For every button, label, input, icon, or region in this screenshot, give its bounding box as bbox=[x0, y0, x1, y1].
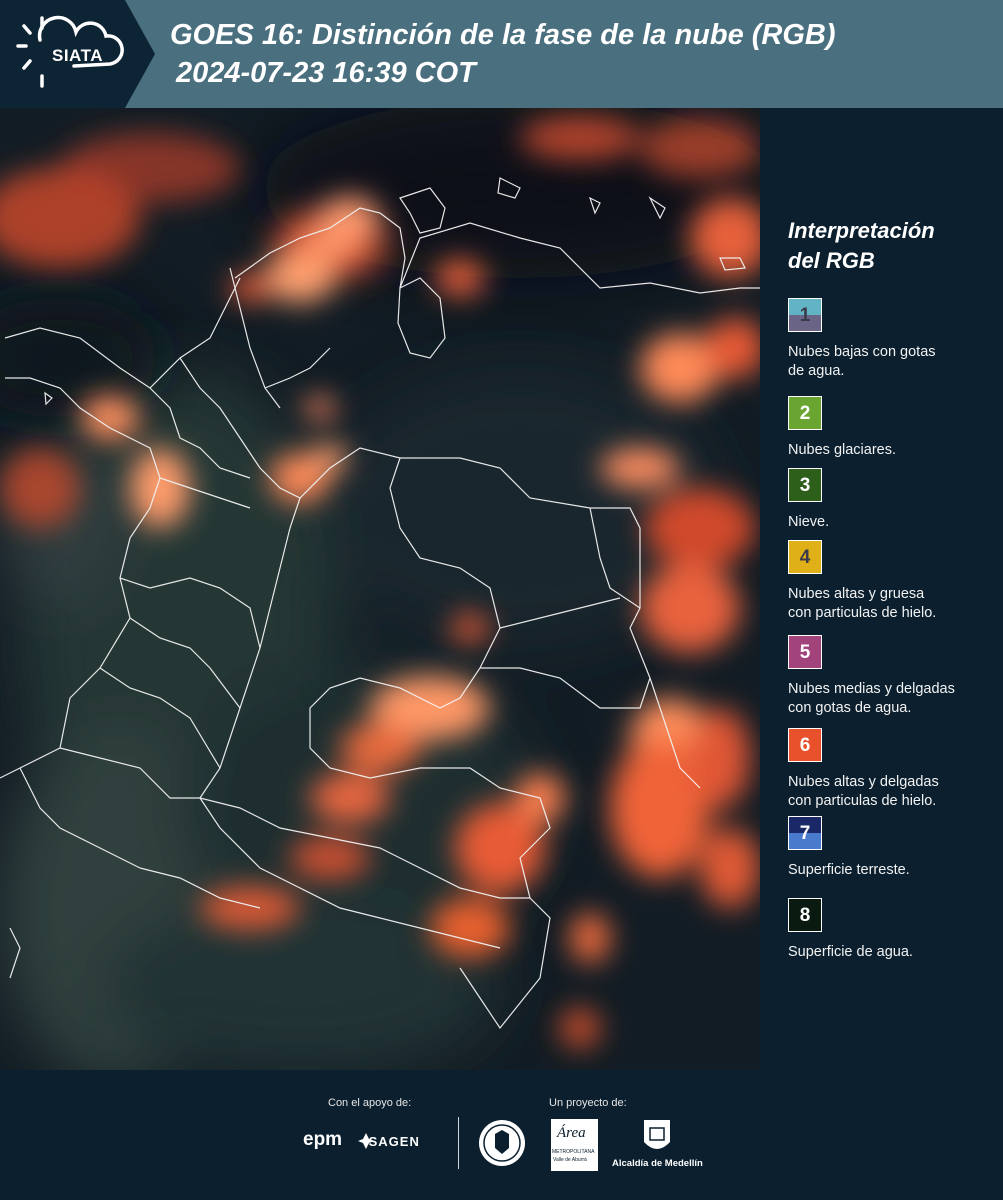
legend-swatch-2: 2 bbox=[788, 396, 822, 430]
legend-swatch-1: 1 bbox=[788, 298, 822, 332]
siata-logo: SIATA bbox=[0, 0, 155, 108]
legend-label-2: Nubes glaciares. bbox=[788, 441, 998, 460]
legend-label-line-1: Nubes medias y delgadas bbox=[788, 681, 955, 697]
medellin-shield-icon bbox=[644, 1120, 670, 1149]
satellite-image bbox=[0, 108, 760, 1070]
legend-label-line-2: con particulas de hielo. bbox=[788, 605, 937, 621]
support-label: Con el apoyo de: bbox=[328, 1097, 412, 1109]
legend-label-1: Nubes bajas con gotas de agua. bbox=[788, 343, 998, 381]
header-bar: SIATA GOES 16: Distinción de la fase de … bbox=[0, 0, 1003, 108]
legend-swatch-6: 6 bbox=[788, 728, 822, 762]
legend-label-line-1: Superficie terreste. bbox=[788, 862, 910, 878]
rgb-legend: Interpretación del RGB 1 Nubes bajas con … bbox=[760, 108, 1003, 1070]
area-logo-sub2: Valle de Aburrá bbox=[553, 1157, 587, 1163]
title-line-1: GOES 16: Distinción de la fase de la nub… bbox=[170, 19, 836, 51]
footer: Con el apoyo de: Un proyecto de: epm ISA… bbox=[0, 1070, 1003, 1200]
legend-label-7: Superficie terreste. bbox=[788, 861, 998, 880]
satellite-map[interactable] bbox=[0, 108, 760, 1070]
epm-logo: epm bbox=[303, 1129, 343, 1150]
legend-label-5: Nubes medias y delgadas con gotas de agua… bbox=[788, 680, 998, 718]
footer-divider bbox=[458, 1117, 459, 1169]
project-label: Un proyecto de: bbox=[549, 1097, 627, 1109]
legend-label-line-1: Superficie de agua. bbox=[788, 944, 913, 960]
legend-swatch-4: 4 bbox=[788, 540, 822, 574]
legend-label-line-1: Nubes altas y delgadas bbox=[788, 774, 939, 790]
legend-title: Interpretación del RGB bbox=[788, 216, 935, 276]
title-line-2: 2024-07-23 16:39 COT bbox=[176, 57, 476, 89]
legend-swatch-3: 3 bbox=[788, 468, 822, 502]
area-logo-text: Área bbox=[557, 1125, 586, 1141]
legend-swatch-7: 7 bbox=[788, 816, 822, 850]
page-title: GOES 16: Distinción de la fase de la nub… bbox=[170, 16, 836, 92]
legend-label-4: Nubes altas y gruesa con particulas de hi… bbox=[788, 585, 998, 623]
legend-label-8: Superficie de agua. bbox=[788, 943, 998, 962]
legend-swatch-5: 5 bbox=[788, 635, 822, 669]
alcaldia-logo-text: Alcaldía de Medellín bbox=[612, 1158, 703, 1169]
legend-title-line-1: Interpretación bbox=[788, 218, 935, 243]
logo-text: SIATA bbox=[52, 46, 103, 65]
legend-label-line-1: Nieve. bbox=[788, 514, 830, 530]
legend-label-line-1: Nubes altas y gruesa bbox=[788, 586, 925, 602]
legend-label-line-1: Nubes glaciares. bbox=[788, 442, 896, 458]
legend-swatch-8: 8 bbox=[788, 898, 822, 932]
area-metropolitana-logo: Área METROPOLITANA Valle de Aburrá bbox=[551, 1119, 598, 1171]
legend-label-line-2: con gotas de agua. bbox=[788, 700, 912, 716]
university-seal-icon bbox=[479, 1120, 525, 1166]
area-logo-sub: METROPOLITANA bbox=[552, 1149, 595, 1155]
legend-label-line-2: de agua. bbox=[788, 363, 845, 379]
legend-label-3: Nieve. bbox=[788, 513, 998, 532]
legend-label-line-1: Nubes bajas con gotas bbox=[788, 344, 936, 360]
legend-label-6: Nubes altas y delgadas con particulas de … bbox=[788, 773, 998, 811]
isagen-logo: ISAGEN bbox=[364, 1134, 420, 1149]
legend-label-line-2: con particulas de hielo. bbox=[788, 793, 937, 809]
legend-title-line-2: del RGB bbox=[788, 248, 875, 273]
